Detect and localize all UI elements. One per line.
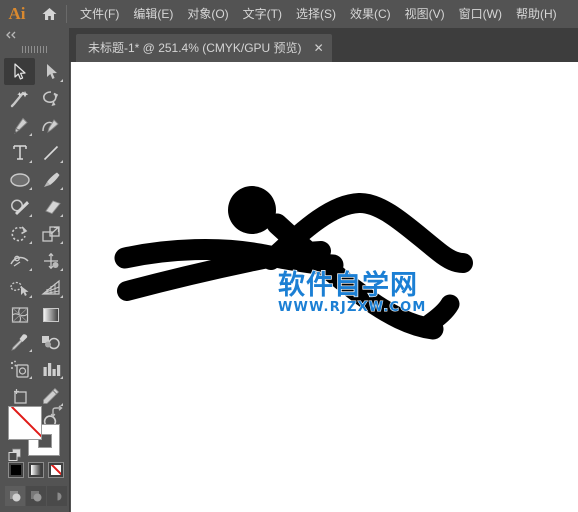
shape-builder-tool[interactable]: [4, 274, 35, 301]
menu-bar: Ai 文件(F) 编辑(E) 对象(O) 文字(T) 选择(S) 效果(C) 视…: [0, 0, 578, 28]
menu-help[interactable]: 帮助(H): [509, 3, 564, 26]
mesh-tool[interactable]: [4, 301, 35, 328]
fill-stroke-swatches: [8, 405, 64, 461]
menu-edit[interactable]: 编辑(E): [126, 3, 180, 26]
color-controls: [0, 402, 70, 512]
menu-select[interactable]: 选择(S): [289, 3, 343, 26]
tool-grid: [0, 58, 69, 436]
color-mode-button[interactable]: [8, 462, 24, 478]
menu-object[interactable]: 对象(O): [180, 3, 235, 26]
menu-type[interactable]: 文字(T): [236, 3, 289, 26]
menu-effect[interactable]: 效果(C): [343, 3, 398, 26]
draw-behind-button[interactable]: [26, 486, 46, 506]
panel-drag-handle[interactable]: [0, 42, 69, 56]
document-tab[interactable]: 未标题-1* @ 251.4% (CMYK/GPU 预览) ✕: [76, 34, 332, 62]
menu-file[interactable]: 文件(F): [73, 3, 126, 26]
ellipse-tool[interactable]: [4, 166, 35, 193]
symbol-sprayer-tool[interactable]: [4, 355, 35, 382]
draw-mode-buttons: [5, 486, 67, 506]
column-graph-tool[interactable]: [35, 355, 66, 382]
menu-divider: [66, 5, 67, 23]
home-icon[interactable]: [34, 0, 64, 28]
none-mode-button[interactable]: [48, 462, 64, 478]
document-tab-bar: 未标题-1* @ 251.4% (CMYK/GPU 预览) ✕: [70, 28, 578, 62]
shaper-pencil-tool[interactable]: [4, 193, 35, 220]
eraser-tool[interactable]: [35, 193, 66, 220]
tools-panel: [0, 28, 70, 512]
perspective-grid-tool[interactable]: [35, 274, 66, 301]
gradient-mode-button[interactable]: [28, 462, 44, 478]
magic-wand-tool[interactable]: [4, 85, 35, 112]
type-tool[interactable]: [4, 139, 35, 166]
selection-tool[interactable]: [4, 58, 35, 85]
width-tool[interactable]: [4, 247, 35, 274]
fill-swatch[interactable]: [8, 406, 42, 440]
rotate-tool[interactable]: [4, 220, 35, 247]
paintbrush-tool[interactable]: [35, 166, 66, 193]
color-mode-buttons: [8, 462, 64, 478]
document-canvas[interactable]: 软件自学网 WWW.RJZXW.COM: [71, 62, 578, 512]
draw-normal-button[interactable]: [5, 486, 25, 506]
illustrator-window: Ai 文件(F) 编辑(E) 对象(O) 文字(T) 选择(S) 效果(C) 视…: [0, 0, 578, 512]
curvature-tool[interactable]: [35, 112, 66, 139]
gradient-tool[interactable]: [35, 301, 66, 328]
stick-figure-swimmer-drawing[interactable]: [71, 62, 578, 512]
menu-item-list: 文件(F) 编辑(E) 对象(O) 文字(T) 选择(S) 效果(C) 视图(V…: [73, 3, 564, 26]
line-segment-tool[interactable]: [35, 139, 66, 166]
collapse-panel-button[interactable]: [0, 28, 69, 42]
blend-tool[interactable]: [35, 328, 66, 355]
app-logo: Ai: [8, 4, 26, 23]
eyedropper-tool[interactable]: [4, 328, 35, 355]
draw-inside-button[interactable]: [47, 486, 67, 506]
direct-selection-tool[interactable]: [35, 58, 66, 85]
menu-view[interactable]: 视图(V): [398, 3, 452, 26]
swap-fill-stroke-icon[interactable]: [50, 405, 64, 419]
default-fill-stroke-icon[interactable]: [8, 448, 22, 462]
scale-tool[interactable]: [35, 220, 66, 247]
lasso-tool[interactable]: [35, 85, 66, 112]
pen-tool[interactable]: [4, 112, 35, 139]
close-icon[interactable]: ✕: [314, 42, 324, 54]
menu-window[interactable]: 窗口(W): [452, 3, 509, 26]
free-transform-tool[interactable]: [35, 247, 66, 274]
figure-head: [228, 186, 276, 234]
document-tab-title: 未标题-1* @ 251.4% (CMYK/GPU 预览): [88, 41, 302, 55]
